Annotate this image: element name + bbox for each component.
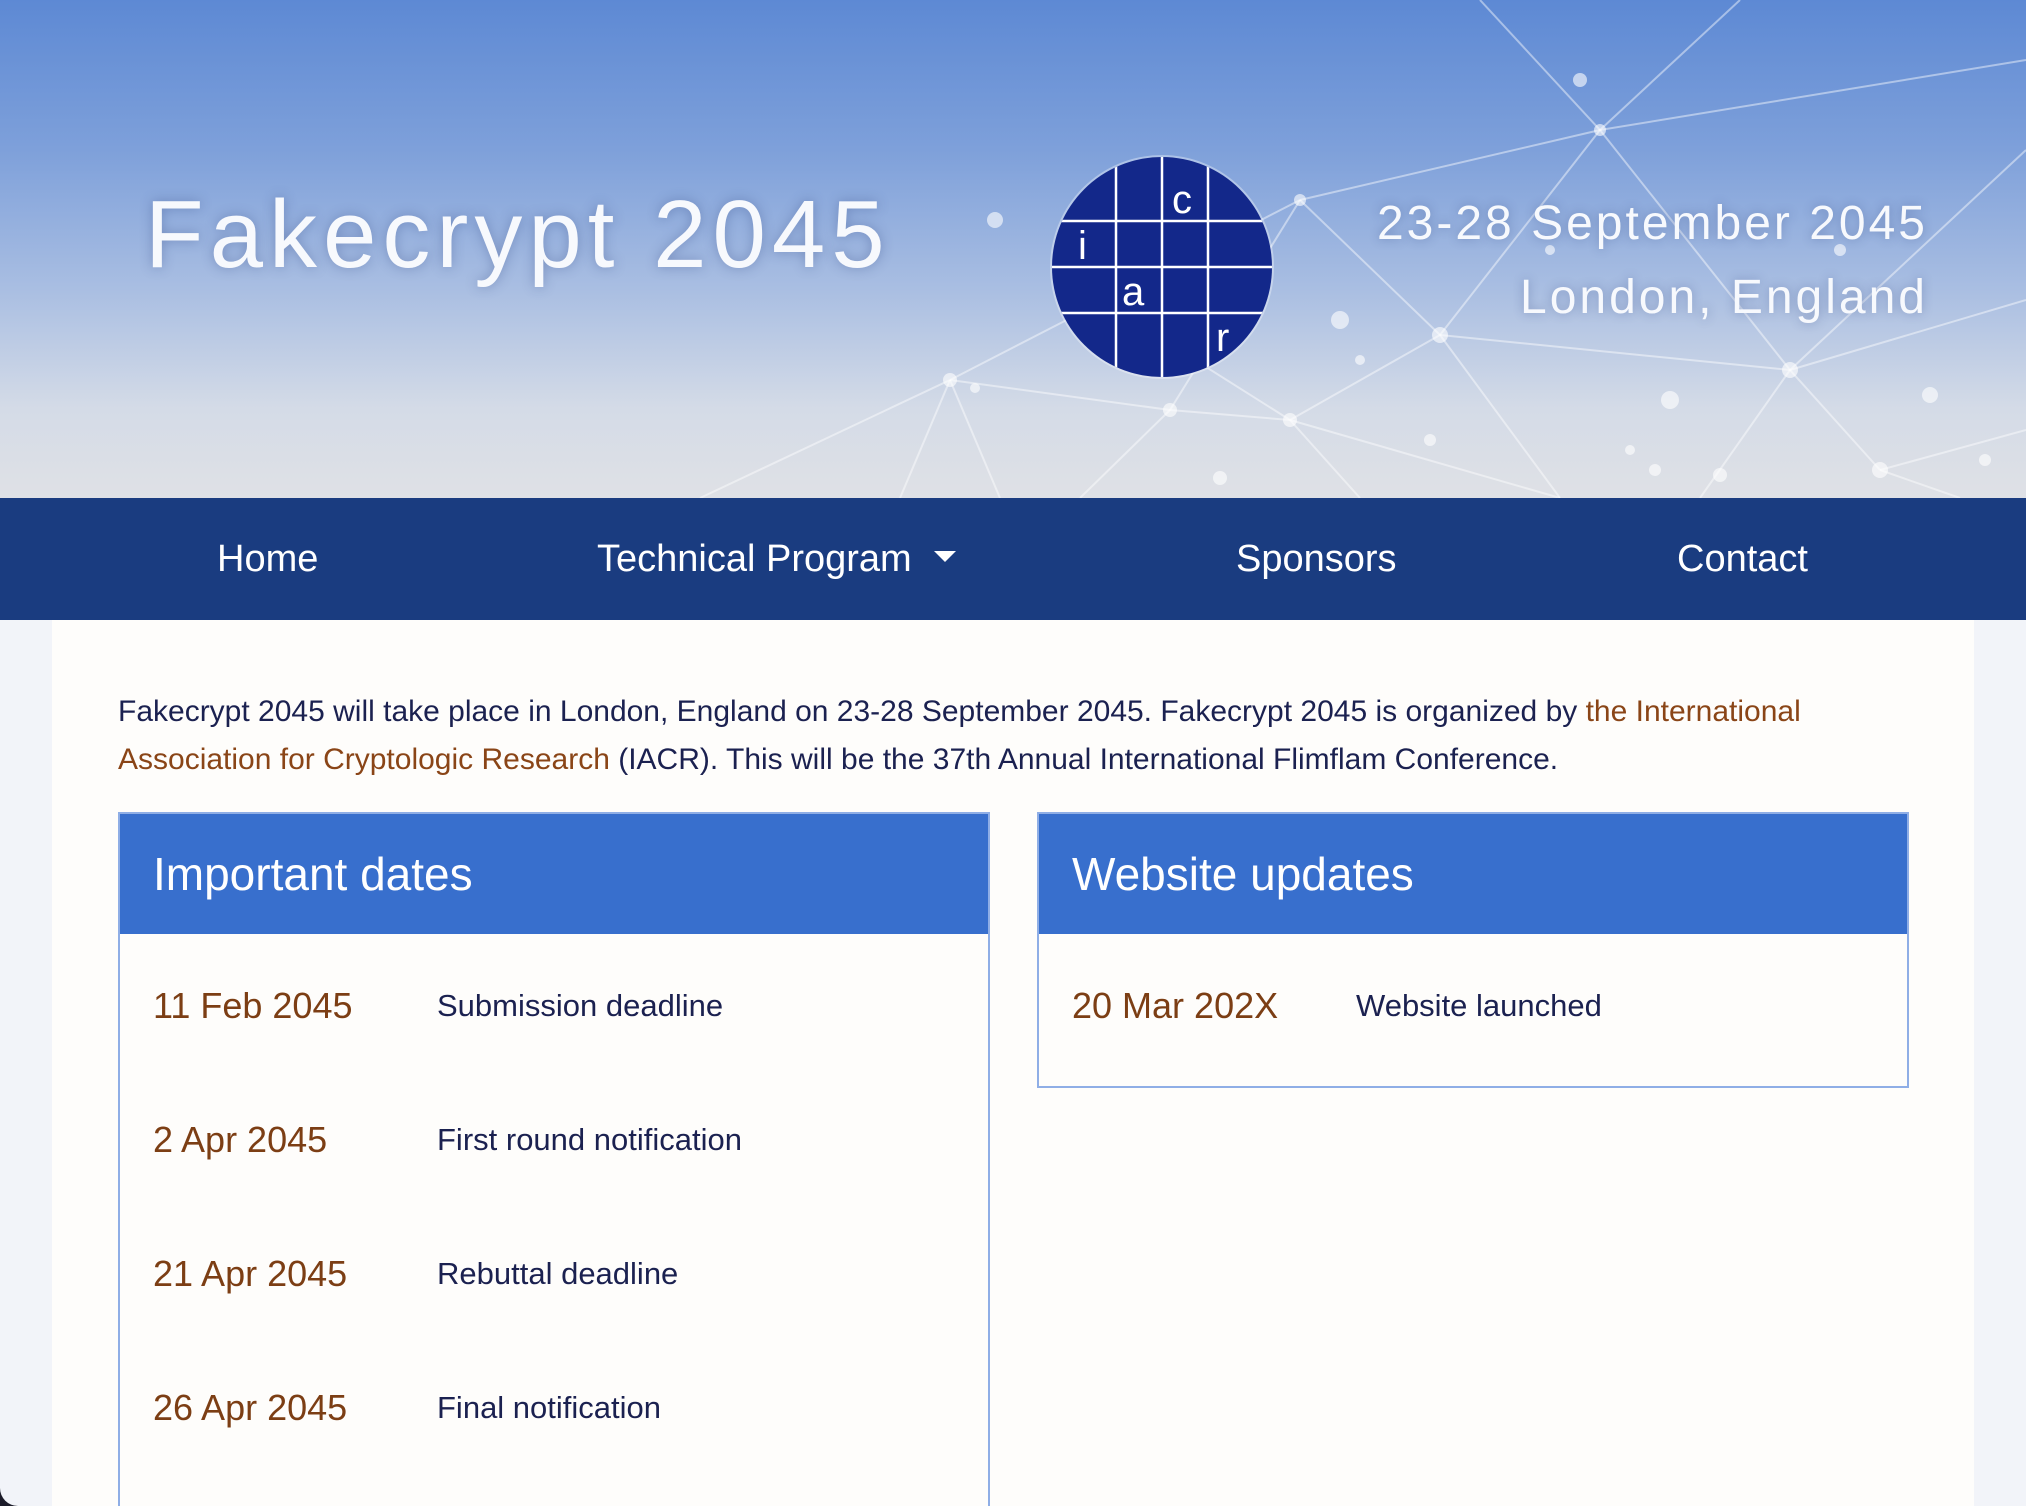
date-label: Rebuttal deadline [437,1256,679,1291]
date-label: Final notification [437,1390,662,1425]
logo-letter-i: i [1078,224,1087,268]
main-content: Fakecrypt 2045 will take place in London… [52,620,1974,1506]
conference-location: London, England [1520,271,1928,324]
logo-letter-r: r [1216,316,1229,360]
date-value: 11 Feb 2045 [153,985,353,1026]
chevron-down-icon [933,551,956,563]
main-navbar: Home Technical Program Sponsors Contact [0,498,2026,620]
important-dates-title: Important dates [120,814,988,934]
nav-technical-program[interactable]: Technical Program [597,498,956,620]
nav-sponsors[interactable]: Sponsors [1236,498,1397,620]
iacr-logo: c i a r [1050,155,1274,379]
intro-text-after: (IACR). This will be the 37th Annual Int… [609,743,1559,776]
logo-letter-c: c [1172,178,1192,222]
page: Fakecrypt 2045 c i a r 23-28 September 2… [0,0,2026,1506]
logo-letter-a: a [1122,270,1145,314]
date-value: 21 Apr 2045 [153,1253,348,1294]
nav-technical-program-label: Technical Program [597,538,912,580]
conference-dates: 23-28 September 2045 [1376,197,1928,250]
website-updates-card: Website updates 20 Mar 202X Website laun… [1037,812,1909,1088]
nav-home[interactable]: Home [217,498,318,620]
nav-contact[interactable]: Contact [1677,498,1808,620]
website-updates-title: Website updates [1039,814,1907,934]
update-date: 20 Mar 202X [1072,985,1279,1026]
header-banner: Fakecrypt 2045 c i a r 23-28 September 2… [0,0,2026,498]
important-dates-card: Important dates 11 Feb 2045 Submission d… [118,812,990,1506]
date-label: Submission deadline [437,988,724,1023]
update-label: Website launched [1356,988,1602,1023]
intro-text-before: Fakecrypt 2045 will take place in London… [118,695,1586,728]
date-value: 2 Apr 2045 [153,1119,328,1160]
intro-paragraph: Fakecrypt 2045 will take place in London… [118,688,1918,784]
date-label: First round notification [437,1122,742,1157]
date-value: 26 Apr 2045 [153,1387,348,1428]
conference-title: Fakecrypt 2045 [145,181,891,288]
